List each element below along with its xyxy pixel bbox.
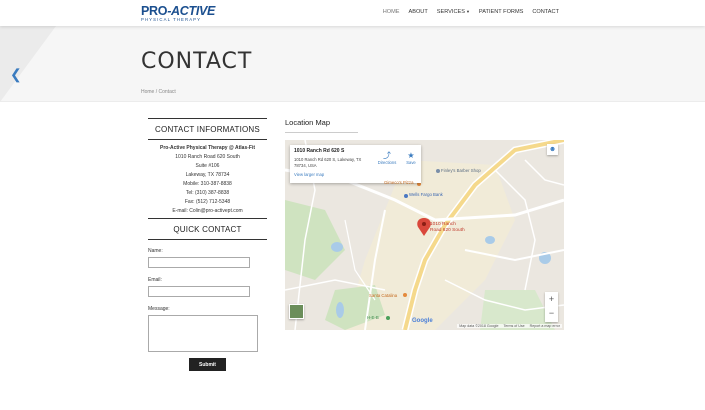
business-name: Pro-Active Physical Therapy @ Atlas-Fit	[160, 145, 255, 151]
address-line-1: 1010 Ranch Road 620 South	[175, 154, 240, 160]
view-larger-map-link[interactable]: View larger map	[294, 172, 417, 177]
satellite-toggle[interactable]	[289, 304, 304, 319]
report-error-link[interactable]: Report a map error	[530, 324, 560, 328]
street-view-icon[interactable]: ☻	[547, 144, 558, 155]
name-field[interactable]	[148, 257, 250, 268]
poi-santa-catalina: Santa Catalina	[369, 293, 398, 298]
main-menu: HOME ABOUT SERVICES▼ PATIENT FORMS CONTA…	[383, 9, 559, 15]
email-address[interactable]: E-mail: Colin@pro-activept.com	[148, 207, 267, 216]
star-icon: ★	[407, 151, 415, 160]
poi-heb: H-E-B	[367, 315, 379, 320]
logo-text: PRO-ACTIVE	[141, 4, 216, 18]
nav-services[interactable]: SERVICES▼	[437, 9, 470, 15]
poi-barber: Finley's Barber Shop	[441, 168, 481, 173]
zoom-control: + −	[545, 292, 558, 322]
map-pin-label: 1010 Ranch Road 620 South	[430, 222, 465, 233]
nav-contact[interactable]: CONTACT	[532, 9, 559, 15]
map-card-address: 1010 Ranch Rd 620 S	[294, 148, 345, 154]
save-button[interactable]: ★ Save	[404, 151, 418, 165]
message-field[interactable]	[148, 315, 258, 352]
email-field[interactable]	[148, 286, 250, 297]
poi-bank: Wells Fargo Bank	[409, 192, 443, 197]
top-navbar: PRO-ACTIVE PHYSICAL THERAPY HOME ABOUT S…	[0, 0, 705, 26]
google-logo: Google	[412, 318, 433, 324]
address-city: Lakeway, TX 78734	[185, 172, 230, 178]
embedded-map[interactable]: 1010 Ranch Rd 620 S 1010 Ranch Rd 620 S,…	[285, 140, 564, 330]
header-decoration	[0, 26, 56, 101]
tel-number: Tel: (310) 387-8838	[185, 190, 230, 196]
quick-contact-form: Name: Email: Message: Submit	[148, 240, 267, 371]
zoom-in-button[interactable]: +	[545, 292, 558, 306]
map-data-text: Map data ©2018 Google	[459, 324, 499, 328]
poi-pizza: Gimeco's Pizza	[384, 180, 414, 185]
breadcrumb[interactable]: Home / Contact	[141, 89, 176, 95]
nav-home[interactable]: HOME	[383, 9, 400, 15]
fax-number: Fax: (512) 712-5348	[184, 199, 231, 205]
address-line-2: Suite #106	[195, 163, 220, 169]
zoom-out-button[interactable]: −	[545, 306, 558, 320]
save-label: Save	[406, 160, 416, 165]
contact-sidebar: CONTACT INFORMATIONS Pro-Active Physical…	[148, 118, 267, 371]
directions-icon: ⤴	[383, 151, 391, 160]
nav-services-label: SERVICES	[436, 9, 465, 15]
message-label: Message:	[148, 306, 170, 312]
map-info-card: 1010 Ranch Rd 620 S 1010 Ranch Rd 620 S,…	[290, 145, 421, 183]
name-label: Name:	[148, 248, 163, 254]
contact-info-heading: CONTACT INFORMATIONS	[148, 118, 267, 140]
logo[interactable]: PRO-ACTIVE PHYSICAL THERAPY	[141, 5, 215, 22]
quick-contact-heading: QUICK CONTACT	[148, 218, 267, 240]
page-header: ❮ CONTACT Home / Contact	[0, 26, 705, 102]
nav-patient-forms[interactable]: PATIENT FORMS	[479, 9, 523, 15]
directions-label: Directions	[377, 160, 397, 165]
map-card-full-address: 1010 Ranch Rd 620 S, Lakeway, TX 78734, …	[294, 157, 362, 168]
terms-link[interactable]: Terms of Use	[503, 324, 524, 328]
page-title: CONTACT	[141, 49, 253, 74]
directions-button[interactable]: ⤴ Directions	[376, 151, 398, 165]
email-label: Email:	[148, 277, 162, 283]
map-title: Location Map	[285, 118, 358, 133]
map-section: Location Map 1010 Ranch Rd 620 S 1010 Ra…	[285, 118, 564, 330]
caret-down-icon: ▼	[465, 9, 470, 14]
chevron-left-icon[interactable]: ❮	[10, 66, 22, 83]
nav-about[interactable]: ABOUT	[408, 9, 427, 15]
mobile-number: Mobile: 310-387-8838	[183, 181, 232, 187]
contact-info-block: Pro-Active Physical Therapy @ Atlas-Fit …	[148, 140, 267, 216]
map-attribution: Map data ©2018 Google Terms of Use Repor…	[457, 324, 562, 328]
submit-button[interactable]: Submit	[189, 358, 226, 371]
pin-label-line-2: Road 620 South	[430, 227, 465, 233]
